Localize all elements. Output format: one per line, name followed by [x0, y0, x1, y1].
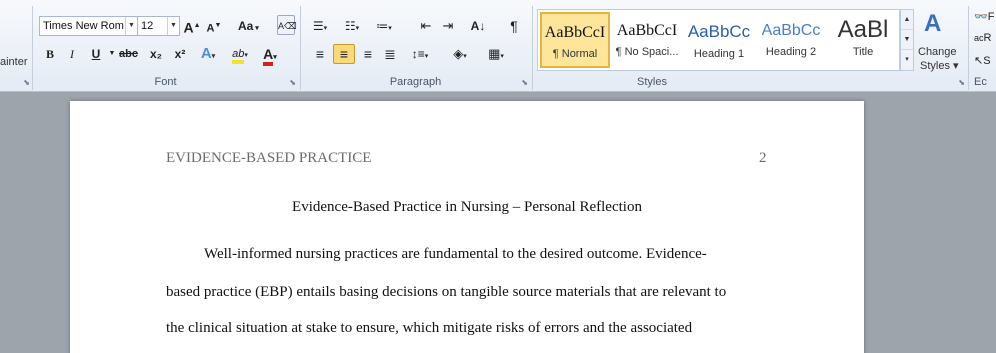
styles-group: Styles ⬊	[537, 6, 967, 90]
text-effects-button[interactable]: A▾	[199, 44, 217, 64]
select-button[interactable]: ↖S	[974, 54, 991, 67]
chevron-down-icon: ▼	[125, 17, 137, 35]
superscript-button[interactable]: x²	[171, 44, 189, 64]
clear-formatting-icon[interactable]: A⌫	[277, 15, 297, 35]
body-line: the clinical situation at stake to ensur…	[166, 320, 693, 336]
body-line: Well-informed nursing practices are fund…	[204, 246, 707, 262]
strikethrough-button[interactable]: abc	[119, 44, 138, 64]
numbering-icon[interactable]: ☷▾	[343, 16, 361, 36]
find-button[interactable]: 👓F	[974, 10, 994, 23]
bold-button[interactable]: B	[41, 44, 59, 64]
page-number: 2	[759, 150, 767, 166]
shading-icon[interactable]: ◈▾	[451, 44, 469, 64]
styles-group-label: Styles	[637, 76, 667, 88]
bullets-icon[interactable]: ☰▾	[311, 16, 329, 36]
body-line: based practice (EBP) entails basing deci…	[166, 284, 727, 300]
decrease-indent-icon[interactable]: ⇤	[417, 16, 435, 36]
align-left-icon[interactable]: ≡	[311, 44, 329, 64]
editing-group-label: Ec	[974, 76, 987, 88]
replace-icon: ac	[974, 33, 984, 43]
document-heading: Evidence-Based Practice in Nursing – Per…	[292, 199, 642, 215]
grow-font-button[interactable]: A▲	[183, 16, 201, 36]
format-painter-button[interactable]: ainter	[0, 56, 28, 68]
font-name-value: Times New Rom	[43, 20, 124, 32]
line-spacing-icon[interactable]: ↕≡▾	[411, 44, 429, 64]
font-name-dropdown[interactable]: Times New Rom ▼	[39, 16, 138, 36]
styles-launcher-icon[interactable]: ⬊	[958, 78, 965, 87]
show-formatting-button[interactable]: ¶	[505, 16, 523, 36]
cursor-icon: ↖	[974, 55, 984, 67]
font-size-value: 12	[141, 20, 154, 32]
font-color-button[interactable]: A▾	[261, 44, 279, 66]
editing-group: 👓F acR ↖S Ec	[970, 6, 996, 90]
document-page[interactable]: EVIDENCE-BASED PRACTICE 2 Evidence-Based…	[70, 101, 864, 353]
replace-button[interactable]: acR	[974, 32, 991, 44]
clipboard-group: ainter ⬊	[0, 6, 32, 90]
change-case-button[interactable]: Aa ▾	[238, 16, 259, 36]
ribbon: ainter ⬊ Times New Rom ▼ 12 ▼ A▲ A▼ Aa ▾…	[0, 0, 996, 92]
shrink-font-button[interactable]: A▼	[205, 16, 223, 36]
highlight-button[interactable]: ab▾	[231, 44, 249, 64]
italic-button[interactable]: I	[63, 44, 81, 64]
font-group-label: Font	[154, 76, 177, 88]
align-right-icon[interactable]: ≡	[359, 44, 377, 64]
paragraph-group-label: Paragraph	[389, 76, 442, 88]
chevron-down-icon: ▼	[167, 17, 179, 35]
font-size-dropdown[interactable]: 12 ▼	[137, 16, 180, 36]
align-center-icon[interactable]: ≡	[333, 44, 355, 64]
clipboard-launcher-icon[interactable]: ⬊	[23, 78, 30, 87]
multilevel-list-icon[interactable]: ≔▾	[375, 16, 393, 36]
font-group: Times New Rom ▼ 12 ▼ A▲ A▼ Aa ▾ A⌫ B I U…	[33, 6, 298, 90]
font-launcher-icon[interactable]: ⬊	[289, 78, 296, 87]
increase-indent-icon[interactable]: ⇥	[439, 16, 457, 36]
running-header: EVIDENCE-BASED PRACTICE	[166, 150, 372, 166]
paragraph-launcher-icon[interactable]: ⬊	[521, 78, 528, 87]
sort-icon[interactable]: A↓	[469, 16, 487, 36]
subscript-button[interactable]: x₂	[147, 44, 165, 64]
borders-icon[interactable]: ▦▾	[487, 44, 505, 64]
binoculars-icon: 👓	[974, 11, 988, 23]
justify-icon[interactable]: ≣	[381, 44, 399, 64]
paragraph-group: ☰▾ ☷▾ ≔▾ ⇤ ⇥ A↓ ¶ ≡ ≡ ≡ ≣ ↕≡▾ ◈▾ ▦▾ Para…	[301, 6, 530, 90]
